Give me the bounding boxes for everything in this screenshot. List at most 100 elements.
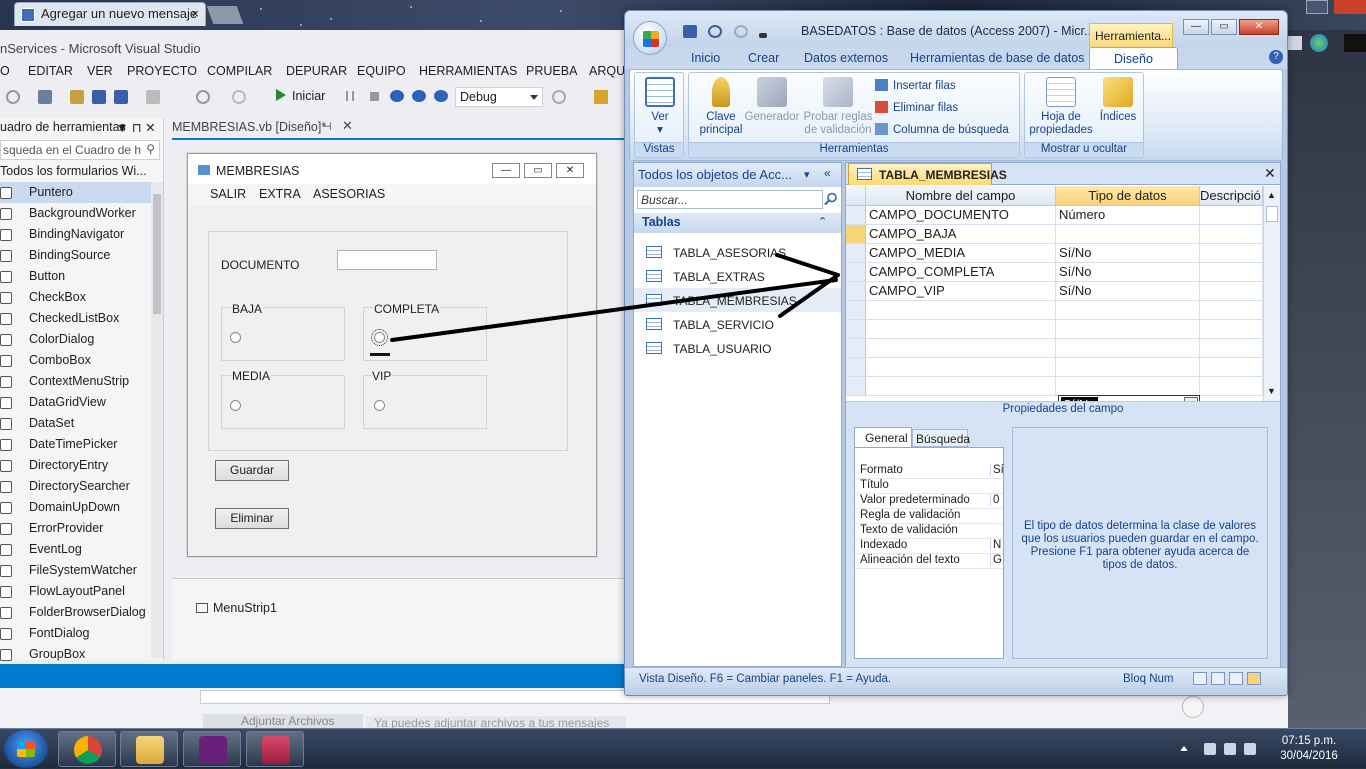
- grid-cell-desc[interactable]: [1200, 244, 1263, 263]
- save-all-icon[interactable]: [114, 90, 128, 104]
- eliminar-button[interactable]: Eliminar: [215, 508, 289, 529]
- menu-asesorias[interactable]: ASESORIAS: [313, 187, 385, 201]
- tab-general[interactable]: General: [854, 427, 912, 447]
- toolbox-item[interactable]: ErrorProvider: [0, 518, 152, 539]
- toolbox-item[interactable]: DirectorySearcher: [0, 476, 152, 497]
- property-value[interactable]: Sí: [990, 464, 1004, 476]
- volume-icon[interactable]: [1244, 743, 1256, 755]
- design-view-icon[interactable]: [1247, 672, 1261, 685]
- row-selector[interactable]: [846, 206, 866, 225]
- action-center-flag-icon[interactable]: [1224, 743, 1236, 755]
- menu-herramientas[interactable]: HERRAMIENTAS: [419, 64, 517, 78]
- property-row[interactable]: Formato Sí: [855, 464, 1004, 479]
- browser-restore-icon[interactable]: [1306, 0, 1328, 14]
- tab-crear[interactable]: Crear: [748, 51, 779, 65]
- guardar-button[interactable]: Guardar: [215, 460, 289, 481]
- step-out-icon[interactable]: [434, 90, 448, 102]
- find-icon[interactable]: [594, 90, 608, 104]
- grid-cell-name[interactable]: [866, 358, 1056, 377]
- new-project-icon[interactable]: [38, 90, 52, 104]
- toolbox-item[interactable]: ContextMenuStrip: [0, 371, 152, 392]
- toolbox-item[interactable]: CheckedListBox: [0, 308, 152, 329]
- network-icon[interactable]: [1204, 743, 1216, 755]
- scroll-top-icon[interactable]: [1182, 696, 1204, 718]
- grid-cell-type[interactable]: Número: [1056, 206, 1200, 225]
- grid-cell-name[interactable]: [866, 320, 1056, 339]
- property-value[interactable]: N: [990, 539, 1003, 551]
- undo-icon[interactable]: [708, 25, 723, 38]
- nav-group-tablas[interactable]: Tablas ⌃: [634, 213, 841, 233]
- pause-icon[interactable]: [346, 91, 354, 101]
- scroll-down-icon[interactable]: ▼: [1267, 386, 1276, 396]
- search-icon[interactable]: [824, 192, 838, 206]
- grid-cell-desc[interactable]: [1200, 320, 1263, 339]
- adjuntar-archivos-button[interactable]: Adjuntar Archivos: [203, 714, 363, 728]
- grid-cell-type[interactable]: [1056, 225, 1200, 244]
- grid-cell-type[interactable]: [1056, 301, 1200, 320]
- grid-cell-name[interactable]: [866, 301, 1056, 320]
- media-radio[interactable]: [230, 400, 241, 411]
- insertar-filas-button[interactable]: Insertar filas: [875, 79, 956, 92]
- grid-cell-type[interactable]: [1056, 358, 1200, 377]
- toolbox-item[interactable]: ComboBox: [0, 350, 152, 371]
- taskbar-access[interactable]: [246, 731, 304, 767]
- clave-principal-button[interactable]: Clave principal: [693, 77, 749, 137]
- globe-icon[interactable]: [1310, 34, 1328, 52]
- toolbox-item[interactable]: BindingNavigator: [0, 224, 152, 245]
- toolbox-item[interactable]: DataSet: [0, 413, 152, 434]
- grid-cell-type[interactable]: [1056, 339, 1200, 358]
- nav-search-input[interactable]: Buscar...: [637, 190, 823, 209]
- grid-cell-type[interactable]: [1056, 320, 1200, 339]
- column-header-descripcion[interactable]: Descripció: [1200, 186, 1263, 206]
- pivot-chart-icon[interactable]: [1229, 672, 1243, 685]
- row-selector[interactable]: [846, 263, 866, 282]
- taskbar-visual-studio[interactable]: [183, 731, 241, 767]
- grid-cell-desc[interactable]: [1200, 225, 1263, 244]
- menu-proyecto[interactable]: PROYECTO: [127, 64, 197, 78]
- solution-configuration-select[interactable]: Debug: [455, 87, 543, 107]
- scrollbar-thumb[interactable]: [153, 194, 161, 314]
- grid-cell-desc[interactable]: [1200, 206, 1263, 225]
- property-row[interactable]: Título: [855, 479, 1003, 494]
- toolbox-item[interactable]: Button: [0, 266, 152, 287]
- row-selector[interactable]: [846, 225, 866, 244]
- tab-herramientas-bd[interactable]: Herramientas de base de datos: [910, 51, 1084, 65]
- toolbox-pin-icon[interactable]: ▼ ⊓ ✕: [116, 120, 156, 135]
- taskbar-explorer[interactable]: [120, 731, 178, 767]
- eliminar-filas-button[interactable]: Eliminar filas: [875, 101, 958, 114]
- grid-cell-desc[interactable]: [1200, 358, 1263, 377]
- row-selector[interactable]: [846, 358, 866, 377]
- property-row[interactable]: Valor predeterminado 0: [855, 494, 1003, 509]
- toolbox-item[interactable]: BindingSource: [0, 245, 152, 266]
- close-button[interactable]: ✕: [1239, 19, 1279, 35]
- property-row[interactable]: Alineación del texto G: [855, 554, 1003, 569]
- documento-textbox[interactable]: [337, 250, 437, 270]
- columna-busqueda-button[interactable]: Columna de búsqueda: [875, 123, 1009, 136]
- grid-cell-name[interactable]: [866, 377, 1056, 396]
- open-file-icon[interactable]: [70, 90, 84, 104]
- toolbox-item[interactable]: FolderBrowserDialog: [0, 602, 152, 623]
- ver-button[interactable]: Ver ▾: [641, 77, 679, 137]
- datasheet-view-icon[interactable]: [1193, 672, 1207, 685]
- vip-radio[interactable]: [374, 400, 385, 411]
- toolbox-item[interactable]: BackgroundWorker: [0, 203, 152, 224]
- grid-cell-type[interactable]: [1056, 377, 1200, 396]
- property-value[interactable]: 0: [990, 494, 1003, 506]
- grid-cell-desc[interactable]: [1200, 377, 1263, 396]
- redo-icon[interactable]: [733, 25, 748, 38]
- menu-depurar[interactable]: DEPURAR: [286, 64, 347, 78]
- customize-qat-icon[interactable]: [759, 33, 768, 38]
- toolbox-item[interactable]: GroupBox: [0, 644, 152, 665]
- toolbox-group[interactable]: Todos los formularios Wi...: [0, 164, 150, 182]
- step-over-icon[interactable]: [412, 90, 426, 102]
- start-button[interactable]: [4, 730, 48, 768]
- nav-item-table[interactable]: TABLA_MEMBRESIAS: [634, 288, 841, 312]
- property-row[interactable]: Texto de validación: [855, 524, 1003, 539]
- minimize-button[interactable]: —: [1183, 19, 1209, 35]
- grid-cell-desc[interactable]: [1200, 263, 1263, 282]
- nav-item-table[interactable]: TABLA_ASESORIAS: [634, 240, 841, 264]
- grid-cell-desc[interactable]: [1200, 282, 1263, 301]
- row-selector[interactable]: [846, 339, 866, 358]
- toolbox-item[interactable]: FlowLayoutPanel: [0, 581, 152, 602]
- grid-cell-type[interactable]: Sí/No: [1056, 282, 1200, 301]
